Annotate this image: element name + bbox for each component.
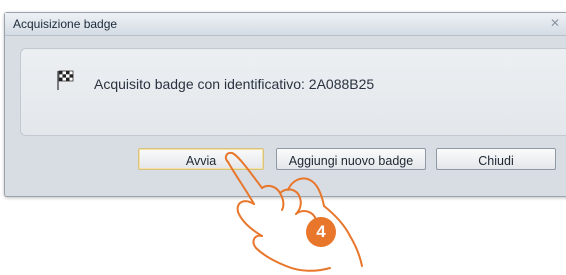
dialog-title: Acquisizione badge	[13, 17, 118, 31]
close-icon[interactable]: ✕	[547, 16, 563, 31]
badge-acquisition-dialog: Acquisizione badge ✕ Acquisito badge con…	[4, 12, 566, 197]
message-panel: Acquisito badge con identificativo: 2A08…	[20, 48, 566, 136]
acquired-badge-message: Acquisito badge con identificativo: 2A08…	[94, 76, 375, 92]
close-button[interactable]: Chiudi	[436, 148, 556, 170]
add-new-badge-button[interactable]: Aggiungi nuovo badge	[276, 148, 426, 170]
step-number-badge: 4	[306, 217, 336, 247]
dialog-titlebar: Acquisizione badge ✕	[5, 13, 566, 36]
start-button[interactable]: Avvia	[138, 148, 264, 170]
tutorial-screenshot: Acquisizione badge ✕ Acquisito badge con…	[0, 0, 566, 275]
checkered-flag-icon	[57, 70, 74, 90]
